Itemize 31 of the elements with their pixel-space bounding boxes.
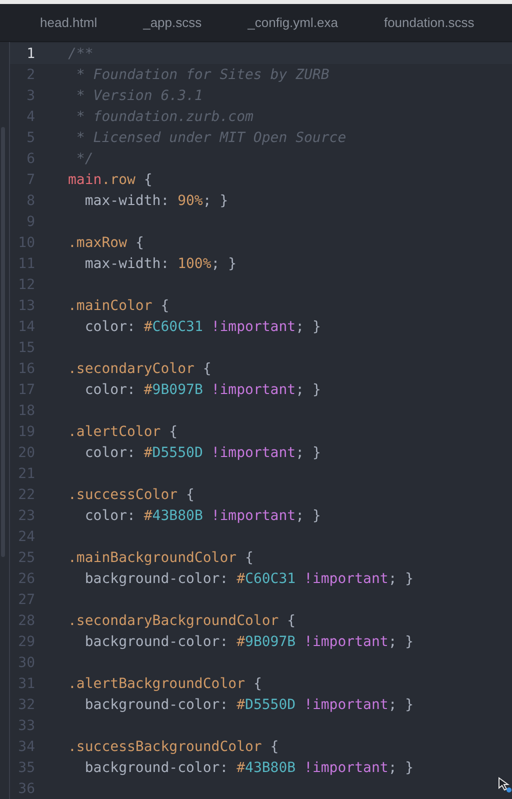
code-line: background-color: #9B097B !important; } <box>84 634 414 650</box>
code-line: .mainBackgroundColor { <box>68 550 254 566</box>
code-line: */ <box>75 150 94 166</box>
code-line: color: #D5550D !important; } <box>84 444 321 460</box>
code-line: max-width: 100%; } <box>84 256 237 272</box>
code-line: /** <box>68 46 94 62</box>
code-line: .maxRow { <box>68 234 144 250</box>
code-line: .mainColor { <box>68 298 170 314</box>
code-line: * Licensed under MIT Open Source <box>75 130 346 146</box>
line-number: 1 <box>26 46 35 62</box>
code-line: background-color: #C60C31 !important; } <box>84 570 414 586</box>
file-tab[interactable]: head.html <box>40 14 98 32</box>
file-tab[interactable]: foundation.scss <box>384 14 474 32</box>
code-line: * foundation.zurb.com <box>75 108 254 124</box>
code-line: color: #43B80B !important; } <box>84 508 321 524</box>
file-tab[interactable]: _config.yml.exa <box>248 14 338 32</box>
file-tab[interactable]: _app.scss <box>143 14 202 32</box>
code-line: * Version 6.3.1 <box>75 88 203 104</box>
code-line: .secondaryColor { <box>68 360 212 376</box>
code-line: max-width: 90%; } <box>84 192 228 208</box>
code-line: .successBackgroundColor { <box>68 738 279 754</box>
code-line: * Foundation for Sites by ZURB <box>75 66 330 82</box>
code-line: .alertBackgroundColor { <box>68 676 262 692</box>
code-line: background-color: #43B80B !important; } <box>84 760 414 776</box>
code-line: .secondaryBackgroundColor { <box>68 612 296 628</box>
code-line: .successColor { <box>68 486 194 502</box>
code-line: main.row { <box>68 172 152 188</box>
code-line: color: #C60C31 !important; } <box>84 318 321 334</box>
code-line: color: #9B097B !important; } <box>84 382 321 398</box>
code-line: background-color: #D5550D !important; } <box>84 696 414 712</box>
code-line: .alertColor { <box>68 424 178 440</box>
